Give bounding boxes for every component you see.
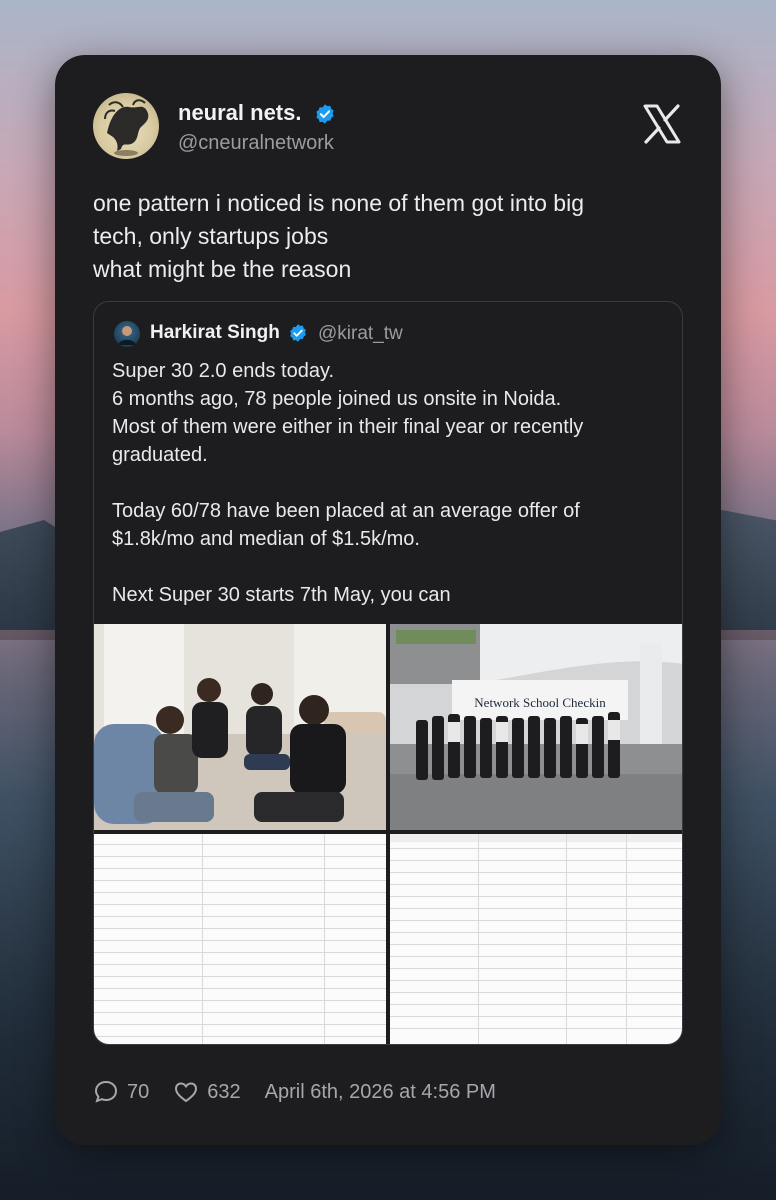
quoted-text-line: $1.8k/mo and median of $1.5k/mo.: [112, 528, 420, 550]
tweet-text-line: tech, only startups jobs: [93, 223, 329, 249]
media-spreadsheet-right[interactable]: [390, 834, 682, 1044]
quoted-text-line: Today 60/78 have been placed at an avera…: [112, 500, 580, 522]
author-avatar[interactable]: [93, 93, 159, 159]
quoted-text-line: Super 30 2.0 ends today.: [112, 360, 335, 382]
reply-bubble-icon[interactable]: [93, 1079, 119, 1105]
tweet-timestamp[interactable]: April 6th, 2026 at 4:56 PM: [265, 1081, 496, 1104]
media-photo-sofa[interactable]: [94, 624, 386, 830]
tweet-stats: 70 632 April 6th, 2026 at 4:56 PM: [93, 1077, 496, 1107]
quoted-text-line: [112, 553, 672, 581]
author-name[interactable]: neural nets.: [178, 100, 336, 126]
media-photo-group[interactable]: Network School Checkin: [390, 624, 682, 830]
quoted-text-line: [112, 469, 672, 497]
media-spreadsheet-left[interactable]: [94, 834, 386, 1044]
quoted-text-line: Next Super 30 starts 7th May, you can: [112, 584, 451, 606]
author-name-text: neural nets.: [178, 100, 302, 125]
tweet-text-line: what might be the reason: [93, 256, 352, 282]
verified-badge-icon: [315, 104, 334, 124]
tweet-text: one pattern i noticed is none of them go…: [93, 187, 683, 286]
quoted-author-name[interactable]: Harkirat Singh: [150, 322, 280, 344]
tweet-card: neural nets. @cneuralnetwork one pattern…: [55, 55, 721, 1145]
quoted-tweet-text: Super 30 2.0 ends today. 6 months ago, 7…: [112, 357, 672, 609]
quoted-text-line: graduated.: [112, 444, 208, 466]
media-grid: Network School Checkin: [94, 624, 682, 1044]
heart-icon[interactable]: [173, 1079, 199, 1105]
quoted-text-line: 6 months ago, 78 people joined us onsite…: [112, 388, 562, 410]
quoted-author-handle[interactable]: @kirat_tw: [318, 323, 403, 345]
tweet-text-line: one pattern i noticed is none of them go…: [93, 190, 584, 216]
author-handle[interactable]: @cneuralnetwork: [178, 132, 334, 155]
quoted-text-line: Most of them were either in their final …: [112, 416, 584, 438]
banner-text: Network School Checkin: [474, 695, 606, 710]
reply-count: 70: [127, 1080, 150, 1103]
x-logo-icon[interactable]: [641, 103, 683, 145]
quoted-author-avatar[interactable]: [114, 321, 140, 347]
like-count: 632: [207, 1080, 241, 1103]
quoted-tweet[interactable]: Harkirat Singh @kirat_tw Super 30 2.0 en…: [93, 301, 683, 1045]
verified-badge-icon: [290, 324, 306, 342]
